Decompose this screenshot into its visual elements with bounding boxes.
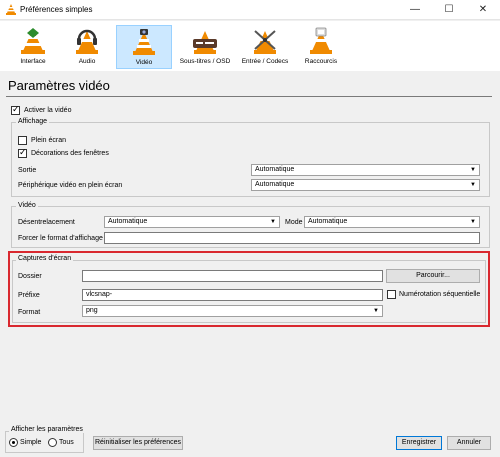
fullscreen-device-label: Périphérique vidéo en plein écran (18, 182, 123, 189)
cancel-button[interactable]: Annuler (447, 436, 491, 450)
deinterlace-label: Désentrelacement (18, 219, 75, 226)
category-label: Entrée / Codecs (241, 58, 289, 65)
category-label: Vidéo (135, 59, 153, 66)
save-button[interactable]: Enregistrer (396, 436, 442, 450)
category-label: Audio (78, 58, 96, 65)
all-label: Tous (59, 439, 74, 446)
chevron-down-icon: ▼ (470, 219, 476, 225)
mode-label: Mode (285, 219, 303, 226)
fullscreen-device-value: Automatique (255, 181, 295, 188)
deinterlace-value: Automatique (108, 218, 148, 225)
display-group-title: Affichage (16, 118, 50, 125)
interface-icon (21, 28, 45, 54)
category-toolbar: Interface Audio Vidéo Sous-titres / OSD … (0, 21, 500, 71)
output-value: Automatique (255, 166, 295, 173)
category-audio[interactable]: Audio (62, 25, 112, 69)
reset-preferences-button[interactable]: Réinitialiser les préférences (93, 436, 183, 450)
page-title: Paramètres vidéo (8, 78, 110, 93)
category-hotkeys[interactable]: Raccourcis (296, 25, 346, 69)
window-title: Préférences simples (20, 5, 93, 14)
simple-label: Simple (20, 439, 42, 446)
category-label: Sous-titres / OSD (179, 58, 231, 65)
video-group-title: Vidéo (16, 202, 38, 209)
window-decorations-label: Décorations des fenêtres (31, 150, 109, 157)
chevron-down-icon: ▼ (270, 219, 276, 225)
title-divider (6, 96, 492, 97)
simple-radio[interactable] (9, 438, 18, 447)
force-format-input[interactable] (104, 232, 480, 244)
category-label: Raccourcis (304, 58, 338, 65)
category-interface[interactable]: Interface (8, 25, 58, 69)
vlc-cone-icon (6, 4, 16, 15)
show-settings-title: Afficher les paramètres (9, 426, 85, 433)
fullscreen-checkbox[interactable] (18, 136, 27, 145)
category-subtitles-osd[interactable]: Sous-titres / OSD (176, 25, 234, 69)
output-label: Sortie (18, 167, 37, 174)
category-label: Interface (20, 58, 46, 65)
category-input-codecs[interactable]: Entrée / Codecs (236, 25, 294, 69)
chevron-down-icon: ▼ (470, 182, 476, 188)
snapshot-highlight-box (8, 251, 490, 327)
window-decorations-checkbox[interactable] (18, 147, 27, 158)
audio-icon (76, 29, 98, 54)
category-video[interactable]: Vidéo (116, 25, 172, 69)
fullscreen-device-select[interactable]: Automatique ▼ (251, 179, 480, 191)
hotkeys-icon (310, 27, 332, 54)
all-radio[interactable] (48, 438, 57, 447)
force-format-label: Forcer le format d'affichage (18, 235, 103, 242)
chevron-down-icon: ▼ (470, 167, 476, 173)
subtitles-icon (193, 31, 217, 54)
mode-value: Automatique (308, 218, 348, 225)
maximize-button[interactable]: ☐ (432, 0, 466, 20)
close-button[interactable]: ✕ (466, 0, 500, 20)
minimize-button[interactable]: — (398, 0, 432, 20)
deinterlace-select[interactable]: Automatique ▼ (104, 216, 280, 228)
mode-select[interactable]: Automatique ▼ (304, 216, 480, 228)
codecs-icon (254, 30, 276, 54)
video-icon (133, 29, 155, 55)
fullscreen-label: Plein écran (31, 137, 67, 144)
enable-video-checkbox[interactable] (11, 104, 20, 115)
output-select[interactable]: Automatique ▼ (251, 164, 480, 176)
enable-video-label: Activer la vidéo (24, 107, 72, 114)
title-bar: Préférences simples — ☐ ✕ (0, 0, 500, 20)
